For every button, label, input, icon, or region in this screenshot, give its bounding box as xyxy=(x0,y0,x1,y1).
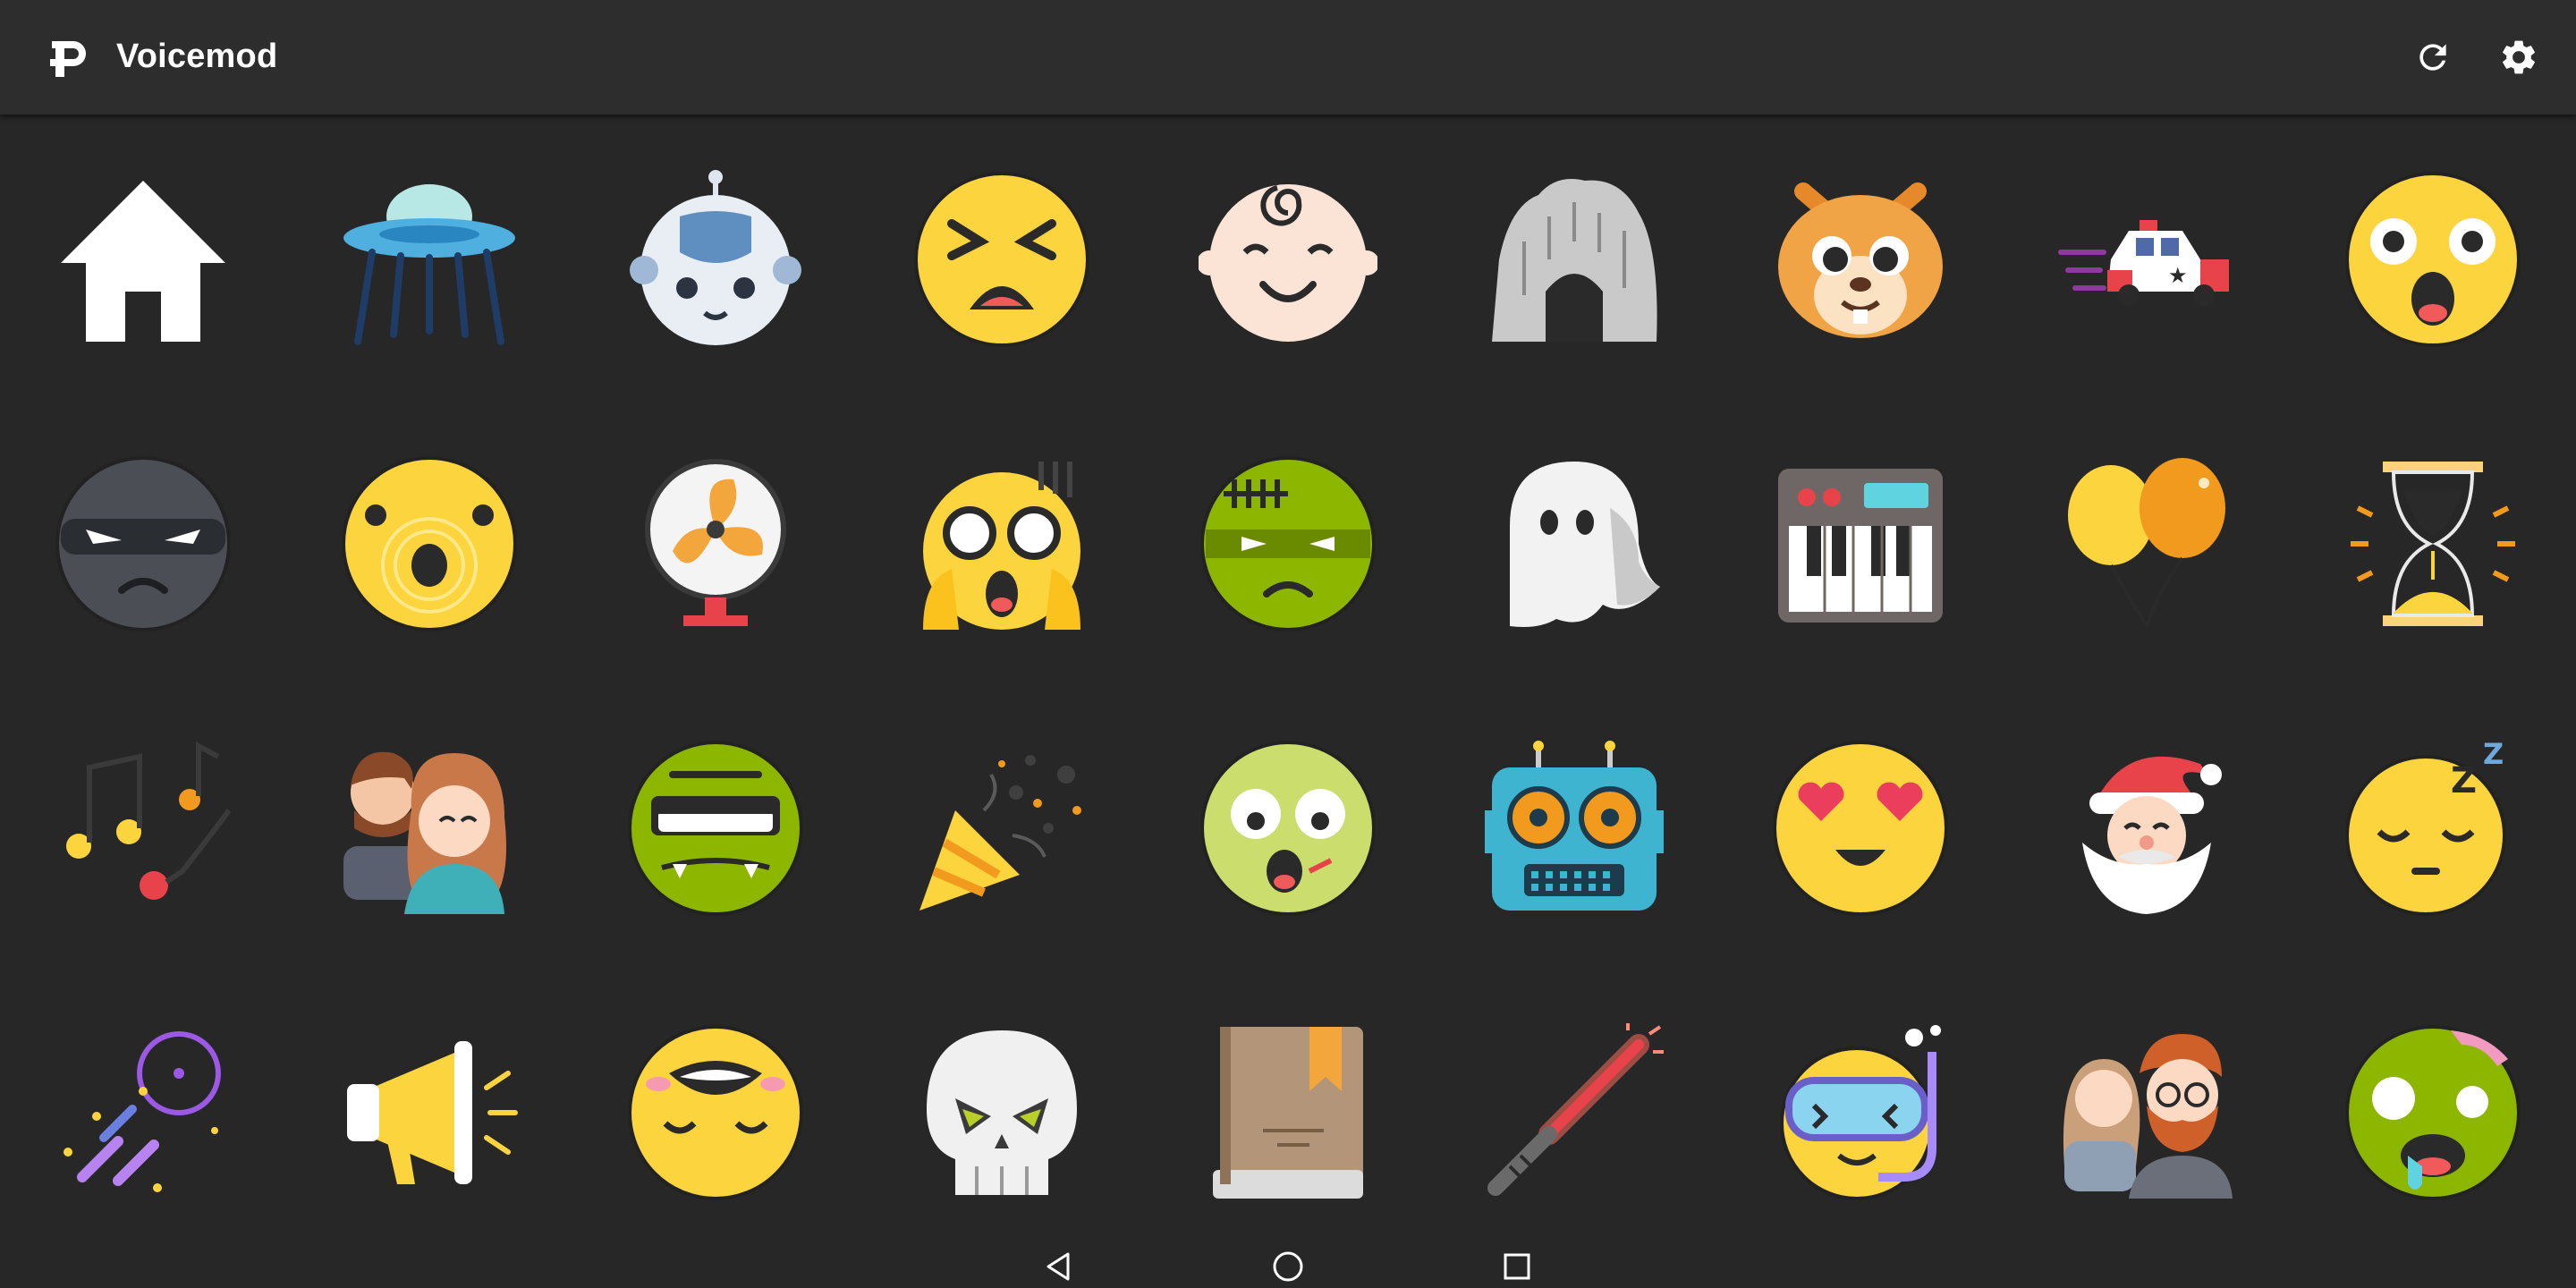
voice-tile[interactable] xyxy=(2039,721,2254,936)
voice-tile[interactable] xyxy=(1181,436,1395,651)
nav-home-button[interactable] xyxy=(1261,1247,1315,1286)
magic-sparkles-icon xyxy=(64,1031,221,1192)
voice-tile[interactable] xyxy=(2039,1005,2254,1220)
voice-tile[interactable] xyxy=(1181,1005,1395,1220)
system-nav-bar xyxy=(0,1241,2576,1288)
voice-tile[interactable] xyxy=(894,152,1109,367)
laughing-face-icon xyxy=(628,1025,803,1200)
app-bar: Voicemod xyxy=(0,0,2576,114)
snorkel-face-icon xyxy=(1780,1025,1941,1200)
voice-tile[interactable] xyxy=(36,1005,250,1220)
fan-icon xyxy=(645,459,786,626)
goblin-face-icon xyxy=(628,741,803,916)
lightsaber-icon xyxy=(1487,1023,1664,1196)
nav-recents-button[interactable] xyxy=(1490,1247,1544,1286)
voice-tile[interactable]: ★ xyxy=(2039,152,2254,367)
refresh-icon xyxy=(2419,44,2446,71)
voice-tile[interactable] xyxy=(2326,1005,2540,1220)
voice-tile[interactable] xyxy=(322,436,537,651)
voice-grid: ★ Z Z xyxy=(0,114,2576,1241)
music-notes-icon xyxy=(66,741,232,900)
refresh-button[interactable] xyxy=(2406,30,2460,84)
gear-icon xyxy=(2503,40,2535,74)
settings-button[interactable] xyxy=(2492,30,2546,84)
shocked-face-icon xyxy=(2345,172,2521,347)
voice-tile[interactable] xyxy=(1467,436,1682,651)
sick-face-icon xyxy=(1200,741,1376,916)
recents-square-icon xyxy=(1504,1253,1530,1280)
voice-tile[interactable] xyxy=(322,721,537,936)
megaphone-icon xyxy=(347,1041,518,1184)
cave-icon xyxy=(1492,179,1657,342)
party-popper-icon xyxy=(919,755,1081,911)
voice-tile[interactable] xyxy=(322,152,537,367)
santa-icon xyxy=(2082,756,2222,914)
synthesizer-icon xyxy=(1778,469,1943,623)
voicemod-logo-icon xyxy=(50,41,86,77)
app-title: Voicemod xyxy=(116,38,278,75)
voice-tile[interactable] xyxy=(322,1005,537,1220)
echo-face-icon xyxy=(342,456,517,631)
ufo-icon xyxy=(343,184,515,345)
voice-tile[interactable] xyxy=(2326,152,2540,367)
voice-tile[interactable] xyxy=(894,1005,1109,1220)
voice-tile[interactable] xyxy=(894,721,1109,936)
voice-tile[interactable] xyxy=(608,152,823,367)
voice-tile[interactable] xyxy=(2326,436,2540,651)
voice-tile[interactable] xyxy=(894,436,1109,651)
voice-tile[interactable] xyxy=(1181,152,1395,367)
voice-tile[interactable] xyxy=(1753,436,1968,651)
frankenstein-face-icon xyxy=(1200,456,1376,631)
voice-tile[interactable] xyxy=(608,436,823,651)
voice-tile[interactable] xyxy=(1467,721,1682,936)
voice-tile[interactable] xyxy=(608,1005,823,1220)
robot-head-icon xyxy=(630,170,801,345)
voice-tile[interactable] xyxy=(36,721,250,936)
svg-text:★: ★ xyxy=(2168,263,2188,288)
masked-face-icon xyxy=(55,456,231,631)
voice-tile[interactable] xyxy=(36,152,250,367)
baby-face-icon xyxy=(1199,184,1377,342)
man-woman-icon xyxy=(343,751,506,914)
sleeping-face-icon: Z Z xyxy=(2345,739,2506,916)
voice-tile[interactable] xyxy=(1753,152,1968,367)
back-triangle-icon xyxy=(1046,1252,1070,1281)
voice-tile[interactable] xyxy=(1467,152,1682,367)
nav-back-button[interactable] xyxy=(1032,1247,1086,1286)
scream-face-icon xyxy=(923,462,1080,630)
speaker-robot-icon xyxy=(1485,741,1664,911)
voice-tile[interactable] xyxy=(1753,721,1968,936)
pained-face-icon xyxy=(914,172,1089,347)
police-car-icon: ★ xyxy=(2058,220,2229,306)
heart-eyes-face-icon xyxy=(1773,741,1948,916)
voice-tile[interactable]: Z Z xyxy=(2326,721,2540,936)
voice-tile[interactable] xyxy=(1753,1005,1968,1220)
home-icon xyxy=(61,181,225,342)
voice-tile[interactable] xyxy=(36,436,250,651)
voice-tile[interactable] xyxy=(608,721,823,936)
hourglass-icon xyxy=(2351,462,2515,626)
voice-tile[interactable] xyxy=(2039,436,2254,651)
svg-text:Z: Z xyxy=(2451,760,2477,801)
voice-tile[interactable] xyxy=(1467,1005,1682,1220)
svg-text:Z: Z xyxy=(2483,739,2504,771)
book-icon xyxy=(1213,1027,1363,1199)
woman-man-icon xyxy=(2063,1034,2233,1199)
skull-icon xyxy=(927,1030,1077,1195)
ghost-icon xyxy=(1510,462,1660,627)
chipmunk-icon xyxy=(1778,182,1943,338)
voice-tile[interactable] xyxy=(1181,721,1395,936)
zombie-face-icon xyxy=(2345,1025,2521,1200)
balloons-icon xyxy=(2068,458,2225,628)
home-circle-icon xyxy=(1273,1251,1303,1282)
